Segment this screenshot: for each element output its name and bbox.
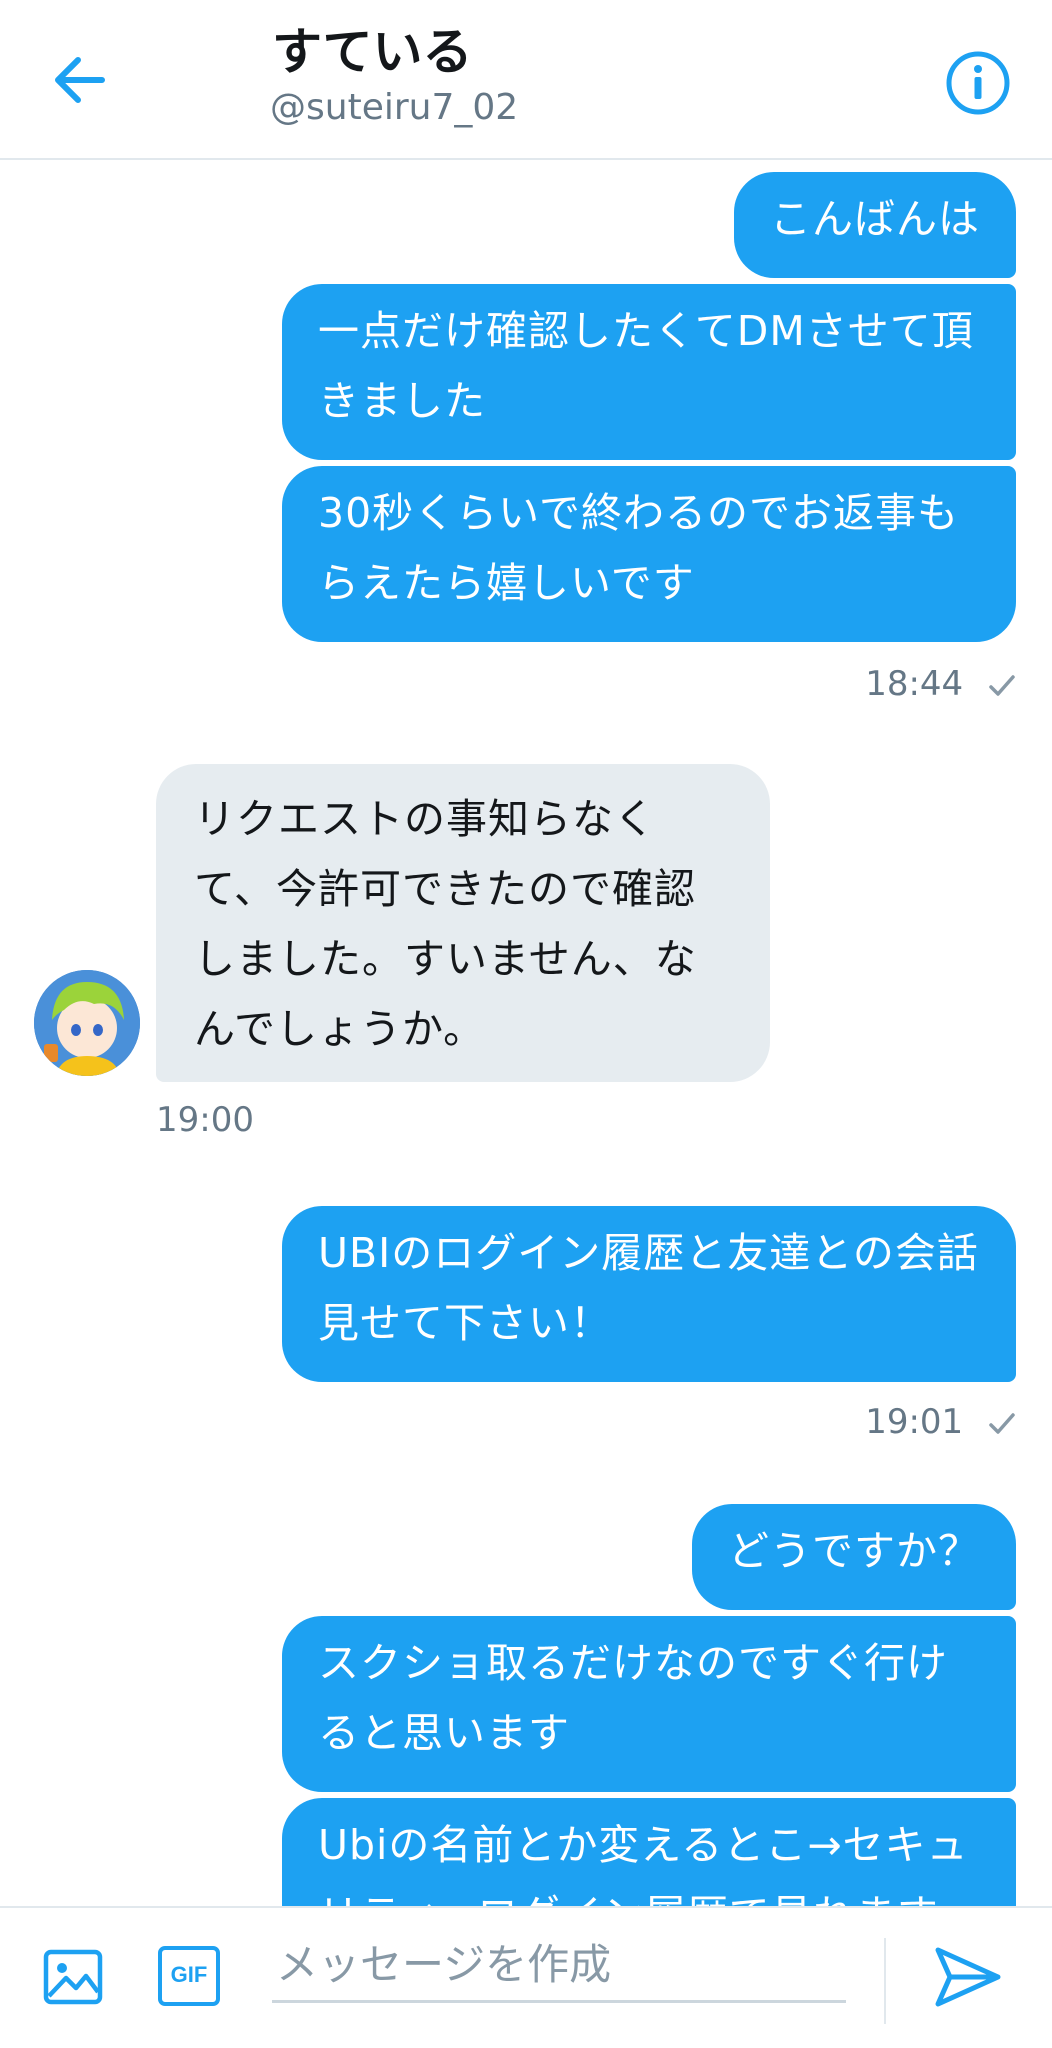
timestamp-text: 18:44 — [865, 664, 964, 704]
message-input[interactable] — [272, 1928, 846, 2003]
check-icon — [989, 1412, 1015, 1434]
message-bubble-outgoing[interactable]: Ubiの名前とか変えるとこ→セキュリティ→ログイン履歴で見れます — [282, 1798, 1016, 1906]
message-list[interactable]: こんばんは 一点だけ確認したくてDMさせて頂きました 30秒くらいで終わるのでお… — [0, 160, 1052, 1906]
conversation-title[interactable]: すている — [272, 22, 473, 82]
message-text: 30秒くらいで終わるのでお返事もらえたら嬉しいです — [318, 489, 959, 607]
message-bubble-outgoing[interactable]: どうですか？ — [692, 1504, 1016, 1610]
message-timestamp: 19:01 — [865, 1402, 1016, 1442]
message-text: こんばんは — [770, 195, 980, 243]
message-text: UBIのログイン履歴と友達との会話見せて下さい！ — [318, 1229, 979, 1347]
avatar-illustration — [34, 970, 140, 1076]
message-text: Ubiの名前とか変えるとこ→セキュリティ→ログイン履歴で見れます — [318, 1821, 969, 1906]
message-bubble-outgoing[interactable]: こんばんは — [734, 172, 1016, 278]
back-arrow-icon[interactable] — [50, 50, 110, 110]
message-bubble-outgoing[interactable]: スクショ取るだけなのですぐ行けると思います — [282, 1616, 1016, 1792]
send-icon[interactable] — [932, 1944, 1004, 2010]
message-timestamp: 18:44 — [865, 664, 1016, 704]
timestamp-text: 19:00 — [156, 1100, 254, 1140]
check-icon — [989, 674, 1015, 696]
message-bubble-outgoing[interactable]: UBIのログイン履歴と友達との会話見せて下さい！ — [282, 1206, 1016, 1382]
message-text: リクエストの事知らなくて、今許可できたので確認しました。すいません、なんでしょう… — [194, 795, 697, 1053]
gif-icon[interactable]: GIF — [158, 1946, 220, 2006]
composer-divider — [884, 1938, 886, 2024]
conversation-header: すている @suteiru7_02 — [0, 0, 1052, 160]
message-bubble-outgoing[interactable]: 一点だけ確認したくてDMさせて頂きました — [282, 284, 1016, 460]
avatar[interactable] — [34, 970, 140, 1076]
message-timestamp: 19:00 — [156, 1100, 254, 1140]
timestamp-text: 19:01 — [865, 1402, 964, 1442]
message-composer: GIF — [0, 1906, 1052, 2048]
image-icon[interactable] — [42, 1946, 104, 2008]
gif-label: GIF — [170, 1962, 208, 1987]
message-text: 一点だけ確認したくてDMさせて頂きました — [318, 307, 974, 425]
message-bubble-incoming[interactable]: リクエストの事知らなくて、今許可できたので確認しました。すいません、なんでしょう… — [156, 764, 770, 1082]
message-text: スクショ取るだけなのですぐ行けると思います — [318, 1639, 948, 1757]
message-bubble-outgoing[interactable]: 30秒くらいで終わるのでお返事もらえたら嬉しいです — [282, 466, 1016, 642]
message-text: どうですか？ — [728, 1527, 980, 1575]
conversation-handle: @suteiru7_02 — [270, 87, 519, 128]
info-icon[interactable] — [945, 50, 1011, 116]
